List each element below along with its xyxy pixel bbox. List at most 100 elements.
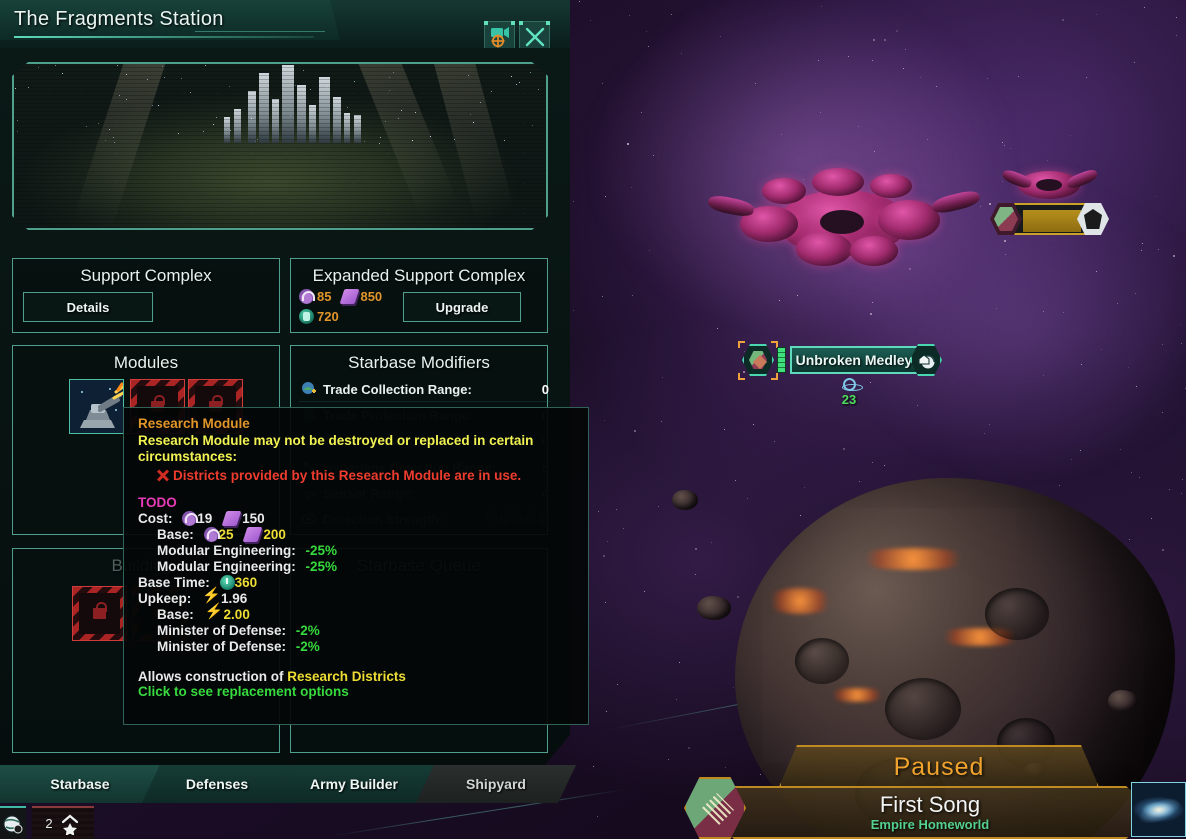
- tooltip-todo: TODO: [138, 495, 177, 510]
- time-icon: [219, 575, 235, 590]
- tab-shipyard[interactable]: Shipyard: [416, 765, 576, 803]
- base-time-value: 360: [234, 575, 258, 590]
- module-slot-research[interactable]: [69, 379, 124, 434]
- tooltip-cost-mod-row: Modular Engineering: -25%: [138, 559, 578, 575]
- details-button[interactable]: Details: [23, 292, 153, 322]
- camera-locate-button[interactable]: [484, 21, 515, 48]
- cost-base-label: Base:: [157, 527, 194, 542]
- status-banner: Paused First Song Empire Homeworld: [672, 745, 1186, 839]
- bottom-left-bar: 2: [0, 806, 110, 839]
- influence-icon: [299, 289, 315, 304]
- title-divider: [14, 36, 314, 38]
- fleet-marker[interactable]: Unbroken Medley: [738, 341, 942, 380]
- starbase-modifiers-title: Starbase Modifiers: [348, 353, 490, 372]
- tooltip-allows-row: Allows construction of Research District…: [138, 669, 578, 684]
- title-divider-secondary: [195, 31, 325, 32]
- alloys-icon: [242, 527, 263, 542]
- camera-locate-icon: [490, 26, 509, 47]
- panel-titlebar: The Fragments Station: [0, 0, 570, 48]
- paused-indicator[interactable]: Paused: [779, 745, 1099, 787]
- x-mark-icon: [156, 468, 170, 482]
- upgrade-button[interactable]: Upgrade: [403, 292, 521, 322]
- module-tooltip: Research Module Research Module may not …: [123, 407, 589, 725]
- starbase-sprite[interactable]: [700, 160, 990, 295]
- system-subtitle: Empire Homeworld: [870, 817, 990, 832]
- health-fill: [1023, 210, 1081, 232]
- tooltip-restriction: Districts provided by this Research Modu…: [173, 468, 522, 483]
- upkeep-mod-value: -2%: [295, 639, 320, 654]
- galaxy-map-button[interactable]: [0, 806, 26, 839]
- trade-collection-icon: [301, 381, 317, 397]
- starbase-health-bar[interactable]: [990, 203, 1109, 235]
- upkeep-mod-label: Minister of Defense:: [157, 623, 287, 638]
- expanded-support-complex-card: Expanded Support Complex 85 850 720 Upgr…: [290, 258, 548, 333]
- system-name: First Song: [879, 792, 981, 817]
- page-title: The Fragments Station: [14, 8, 224, 30]
- tooltip-warning: Research Module may not be destroyed or …: [138, 433, 534, 464]
- fleet-orbit-indicator: 23: [835, 378, 863, 407]
- influence-icon: [203, 527, 220, 542]
- tooltip-cost-mod-row: Modular Engineering: -25%: [138, 543, 578, 559]
- close-button[interactable]: [519, 21, 550, 48]
- base-time-label: Base Time:: [138, 575, 210, 590]
- gun-battery-icon: [70, 380, 123, 433]
- asteroid: [672, 490, 698, 510]
- modules-title: Modules: [113, 353, 179, 372]
- tab-starbase[interactable]: Starbase: [0, 765, 160, 803]
- fleet-count: 2: [45, 816, 53, 831]
- cost-label: Cost:: [138, 511, 173, 526]
- cost-base-alloys: 200: [263, 527, 286, 542]
- orbit-count: 23: [841, 392, 857, 407]
- cost-mod-value: -25%: [305, 543, 338, 558]
- modifier-row: Trade Collection Range: 0: [301, 378, 549, 400]
- tooltip-cost-row: Cost: 19 150: [138, 511, 578, 527]
- support-complex-title: Support Complex: [80, 266, 212, 285]
- fleet-capacity-indicator[interactable]: 2: [32, 806, 94, 839]
- upkeep-base-label: Base:: [157, 607, 194, 622]
- game-screen: Unbroken Medley 23 The Fragments Station: [0, 0, 1186, 839]
- tooltip-upkeep-base-row: Base: 2.00: [138, 604, 578, 623]
- tooltip-upkeep-mod-row: Minister of Defense: -2%: [138, 639, 578, 655]
- upgrade-cost-row-1: 85 850: [299, 289, 382, 304]
- tooltip-cost-base-row: Base: 25 200: [138, 527, 578, 543]
- asteroid: [1108, 690, 1138, 712]
- tab-army-builder[interactable]: Army Builder: [274, 765, 434, 803]
- galaxy-map-icon: [3, 815, 23, 833]
- planet-render: [12, 62, 548, 230]
- fleet-rank-icon: [61, 814, 78, 835]
- cost-mod-label: Modular Engineering:: [157, 559, 296, 574]
- tooltip-title: Research Module: [138, 416, 250, 431]
- modifier-label: Trade Collection Range:: [323, 381, 472, 397]
- fleet-health-strip: [777, 347, 786, 373]
- tooltip-upkeep-mod-row: Minister of Defense: -2%: [138, 623, 578, 639]
- asteroid: [697, 596, 731, 620]
- close-icon: [525, 27, 544, 46]
- cost-mod-label: Modular Engineering:: [157, 543, 296, 558]
- cost-influence: 19: [197, 511, 213, 526]
- fleet-name-label[interactable]: Unbroken Medley: [790, 346, 918, 374]
- cost-mod-value: -25%: [305, 559, 338, 574]
- upgrade-cost-row-2: 720: [299, 309, 339, 324]
- panel-tabs: Starbase Defenses Army Builder Shipyard: [0, 765, 576, 803]
- energy-icon: [205, 604, 224, 622]
- cost-base-influence: 25: [218, 527, 234, 542]
- tooltip-restriction-row: Districts provided by this Research Modu…: [138, 467, 578, 484]
- influence-cost: 85: [317, 289, 332, 304]
- expanded-support-complex-title: Expanded Support Complex: [312, 266, 526, 285]
- minerals-cost: 720: [317, 309, 339, 324]
- upkeep-label: Upkeep:: [138, 591, 192, 606]
- paused-label: Paused: [893, 752, 985, 781]
- upkeep-mod-label: Minister of Defense:: [157, 639, 287, 654]
- influence-icon: [182, 511, 199, 526]
- galaxy-thumbnail-icon[interactable]: [1131, 782, 1186, 837]
- empire-emblem-icon: [742, 344, 774, 376]
- tooltip-click-hint: Click to see replacement options: [138, 684, 349, 699]
- alloys-icon: [340, 289, 360, 304]
- building-slot-locked-1[interactable]: [72, 586, 127, 641]
- cost-alloys: 150: [242, 511, 265, 526]
- system-info[interactable]: First Song Empire Homeworld: [720, 786, 1140, 839]
- minerals-icon: [299, 309, 314, 324]
- upkeep-value: 1.96: [221, 591, 248, 606]
- tab-defenses[interactable]: Defenses: [142, 765, 292, 803]
- alloys-icon: [221, 511, 242, 526]
